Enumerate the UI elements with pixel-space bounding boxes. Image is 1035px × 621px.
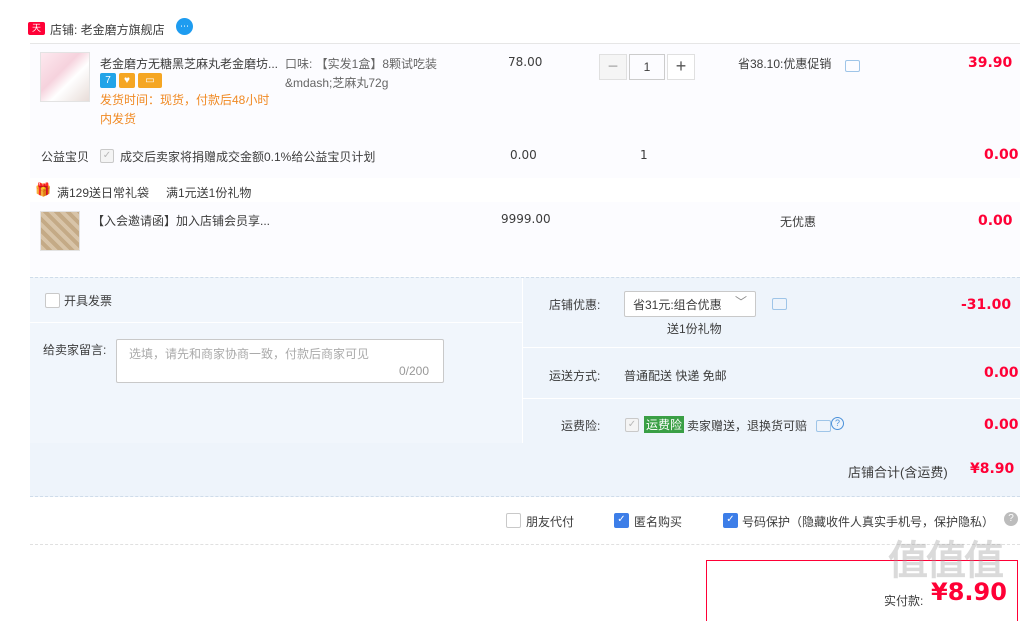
message-char-count: 0/200 [399, 364, 430, 378]
friend-pay-checkbox[interactable]: ✓ [506, 513, 521, 528]
gift-item-price: 9999.00 [501, 212, 551, 226]
promo-comment-icon[interactable] [845, 60, 860, 72]
invoice-checkbox[interactable]: ✓ [45, 293, 60, 308]
chevron-down-icon: ﹀ [735, 295, 748, 309]
shop-discount-value: 省31元:组合优惠 [633, 298, 722, 312]
anonymous-label: 匿名购买 [634, 515, 683, 529]
gift-promo-label: 满129送日常礼袋 [57, 186, 150, 200]
promo-text: 省38.10:优惠促销 [738, 57, 832, 71]
gift-note: 送1份礼物 [667, 322, 722, 336]
anonymous-checkbox[interactable]: ✓ [614, 513, 629, 528]
shop-discount-amount: -31.00 [961, 297, 1012, 313]
welfare-checkbox: ✓ [100, 149, 114, 163]
welfare-text: 成交后卖家将捐赠成交金额0.1%给公益宝贝计划 [120, 150, 376, 164]
quantity-input[interactable]: 1 [629, 54, 665, 80]
comment-icon[interactable] [772, 298, 787, 310]
gift-item-total: 0.00 [978, 213, 1013, 229]
gift-icon: 🎁 [35, 182, 52, 197]
welfare-total: 0.00 [984, 147, 1019, 163]
shop-discount-label: 店铺优惠: [549, 298, 601, 312]
welfare-label: 公益宝贝 [41, 150, 90, 164]
product-title-link[interactable]: 老金磨方无糖黑芝麻丸老金磨坊... [100, 55, 280, 72]
insurance-label: 运费险: [561, 419, 601, 433]
shipping-label: 运送方式: [549, 369, 601, 383]
message-placeholder: 选填，请先和商家协商一致，付款后商家可见 [129, 347, 370, 361]
gift-item-thumbnail[interactable] [40, 211, 80, 251]
insurance-tag: 运费险 [644, 416, 685, 433]
quantity-decrease-button[interactable]: − [599, 54, 627, 80]
quantity-stepper: − 1 + [599, 54, 695, 80]
help-icon[interactable]: ? [831, 417, 844, 430]
column-divider [522, 278, 523, 443]
product-thumbnail[interactable] [40, 52, 90, 102]
help-icon[interactable]: ? [1004, 512, 1018, 526]
shop-total-value: ¥8.90 [970, 461, 1015, 477]
row-divider [523, 347, 1020, 348]
insurance-checkbox: ✓ [625, 418, 639, 432]
gift-item-promo: 无优惠 [780, 215, 817, 229]
shipping-method: 普通配送 快递 免邮 [624, 369, 727, 383]
message-label: 给卖家留言: [43, 343, 107, 357]
welfare-price: 0.00 [510, 148, 537, 162]
gift-promo-label-2: 满1元送1份礼物 [166, 186, 252, 200]
row-divider [523, 398, 1020, 399]
shop-total-label: 店铺合计(含运费) [848, 465, 948, 480]
seven-day-return-icon: 7 [100, 73, 116, 88]
comment-icon[interactable] [816, 420, 831, 432]
friend-pay-label: 朋友代付 [526, 515, 575, 529]
guarantee-icon: ♥ [119, 73, 135, 88]
watermark-logo: 值值值 [888, 539, 1004, 583]
wangwang-chat-icon[interactable]: ⋯ [176, 18, 193, 35]
credit-card-icon: ▭ [138, 73, 162, 88]
gift-item-title-link[interactable]: 【入会邀请函】加入店铺会员享... [92, 212, 270, 229]
payment-label: 实付款: [884, 594, 924, 608]
insurance-amount: 0.00 [984, 417, 1019, 433]
insurance-text: 卖家赠送，退换货可赔 [687, 419, 808, 433]
sku-spec: 口味: 【实发1盒】8颗试吃装&mdash;芝麻丸72g [285, 57, 438, 90]
section-divider [30, 544, 1020, 546]
shop-name-link[interactable]: 店铺: 老金磨方旗舰店 [50, 21, 165, 38]
quantity-increase-button[interactable]: + [667, 54, 695, 80]
tmall-badge: 天猫 [28, 22, 45, 46]
shipping-amount: 0.00 [984, 365, 1019, 381]
welfare-quantity: 1 [640, 148, 648, 162]
row-divider [30, 322, 522, 323]
unit-price: 78.00 [508, 55, 543, 69]
privacy-checkbox[interactable]: ✓ [723, 513, 738, 528]
invoice-label: 开具发票 [64, 294, 113, 308]
shipping-time-note: 发货时间：现货，付款后48小时内发货 [100, 93, 270, 126]
item-subtotal: 39.90 [968, 55, 1013, 71]
